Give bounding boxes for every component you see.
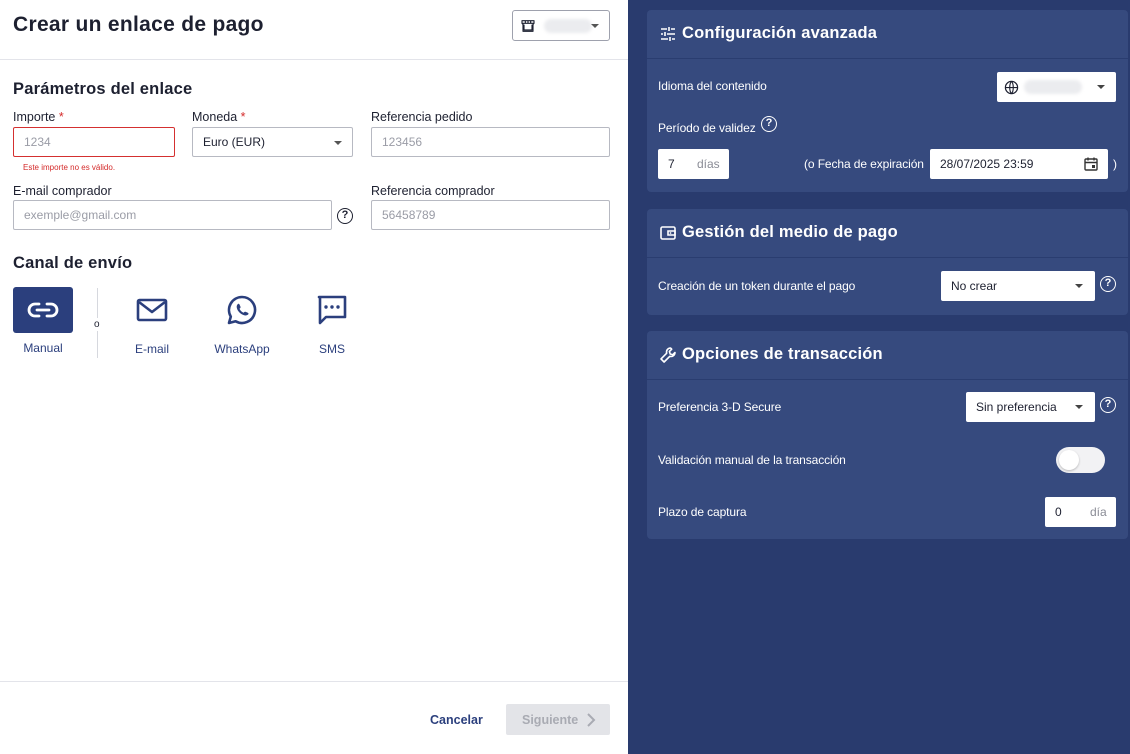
globe-icon [1004,80,1019,95]
transaction-options-title: Opciones de transacción [682,345,883,363]
wallet-icon [660,226,676,240]
transaction-options-card: Opciones de transacción Preferencia 3-D … [647,331,1128,539]
advanced-config-header: Configuración avanzada [647,10,1128,59]
order-ref-input[interactable]: 123456 [371,127,610,157]
close-paren: ) [1113,157,1117,171]
shop-selector-value: •••• [544,19,592,33]
help-icon[interactable]: ? [761,116,777,132]
language-label: Idioma del contenido [658,79,767,93]
sliders-icon [661,27,675,41]
payment-method-title: Gestión del medio de pago [682,223,898,241]
capture-value: 0 [1055,505,1062,519]
secure-select[interactable]: Sin preferencia [966,392,1095,422]
buyer-ref-label: Referencia comprador [371,184,495,198]
help-icon[interactable]: ? [1100,397,1116,413]
next-button[interactable]: Siguiente [506,704,610,735]
toggle-knob [1059,450,1079,470]
amount-input[interactable]: 1234 [13,127,175,157]
panel-header: Crear un enlace de pago •••• [0,0,628,60]
email-label: E-mail comprador [13,184,112,198]
days-unit: días [697,157,720,171]
chevron-down-icon [1075,284,1083,288]
wrench-icon [660,347,676,363]
currency-label: Moneda * [192,110,246,124]
link-params-title: Parámetros del enlace [13,80,193,98]
whatsapp-icon [227,295,257,325]
channel-email-label: E-mail [134,342,169,356]
token-label: Creación de un token durante el pago [658,279,856,293]
expiry-label: (o Fecha de expiración [804,157,924,171]
cancel-button[interactable]: Cancelar [430,713,483,727]
amount-error-message: Este importe no es válido. [23,163,116,172]
shop-selector[interactable]: •••• [512,10,610,41]
channel-whatsapp-label: WhatsApp [214,342,270,356]
language-value: •••••• [1024,80,1082,94]
advanced-config-card: Configuración avanzada Idioma del conten… [647,10,1128,192]
channel-sms[interactable]: SMS [302,287,362,356]
payment-method-card: Gestión del medio de pago Creación de un… [647,209,1128,315]
buyer-ref-input[interactable]: 56458789 [371,200,610,230]
help-icon[interactable]: ? [337,208,353,224]
expiry-date-input[interactable]: 28/07/2025 23:59 [930,149,1108,179]
secure-value: Sin preferencia [976,400,1057,414]
help-icon[interactable]: ? [1100,276,1116,292]
sms-icon [317,295,347,325]
language-select[interactable]: •••••• [997,72,1116,102]
link-icon [27,302,59,318]
chevron-down-icon [334,141,342,145]
secure-label: Preferencia 3-D Secure [658,400,782,414]
token-select[interactable]: No crear [941,271,1095,301]
chevron-down-icon [591,24,599,28]
send-channel-title: Canal de envío [13,254,133,272]
validity-days-input[interactable]: 7 días [658,149,729,179]
payment-method-header: Gestión del medio de pago [647,209,1128,258]
calendar-icon[interactable] [1083,156,1099,172]
channel-manual-label: Manual [23,341,63,355]
expiry-date-value: 28/07/2025 23:59 [940,157,1034,171]
mail-icon [136,298,168,322]
or-text: o [94,318,100,331]
capture-input[interactable]: 0 día [1045,497,1116,527]
channel-sms-label: SMS [318,342,345,356]
chevron-right-icon [587,712,596,727]
order-ref-label: Referencia pedido [371,110,473,124]
transaction-options-header: Opciones de transacción [647,331,1128,380]
email-input[interactable]: exemple@gmail.com [13,200,332,230]
currency-value: Euro (EUR) [203,135,266,149]
advanced-settings-panel: Configuración avanzada Idioma del conten… [628,0,1130,754]
channel-manual[interactable]: Manual [13,287,73,355]
chevron-down-icon [1075,405,1083,409]
chevron-down-icon [1097,85,1105,89]
token-value: No crear [951,279,998,293]
capture-label: Plazo de captura [658,505,747,519]
amount-label: Importe * [13,110,64,124]
validity-days-value: 7 [668,157,675,171]
channel-email[interactable]: E-mail [122,287,182,356]
manual-validation-toggle[interactable] [1056,447,1105,473]
validity-label: Período de validez [658,121,756,135]
currency-select[interactable]: Euro (EUR) [192,127,353,157]
manual-validation-label: Validación manual de la transacción [658,453,846,467]
next-button-label: Siguiente [522,712,579,727]
advanced-config-title: Configuración avanzada [682,24,878,42]
page-title: Crear un enlace de pago [13,13,264,36]
create-link-panel: Crear un enlace de pago •••• Parámetros … [0,0,628,754]
channel-whatsapp[interactable]: WhatsApp [212,287,272,356]
capture-unit: día [1090,505,1107,519]
store-icon [521,20,535,32]
panel-footer: Cancelar Siguiente [0,681,628,754]
